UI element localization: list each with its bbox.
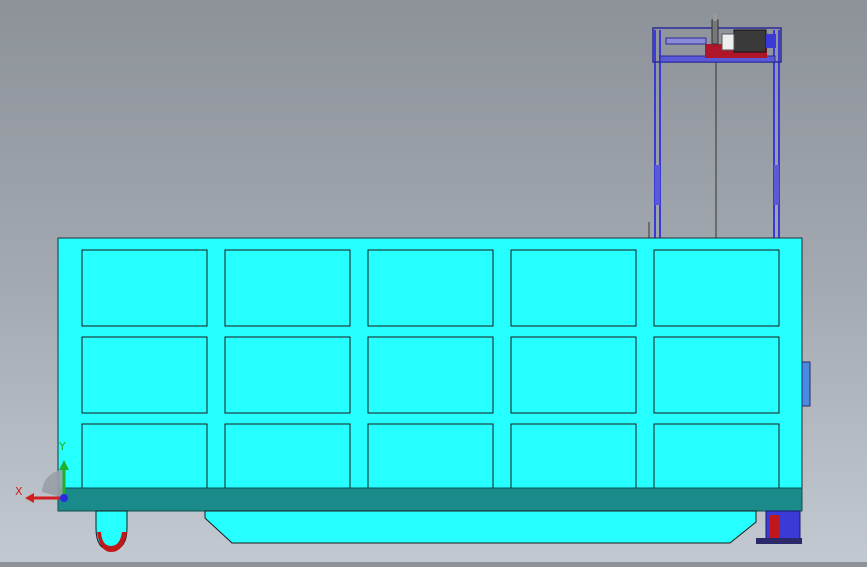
cad-model-view <box>25 13 811 552</box>
drive-motor-assembly <box>665 13 776 58</box>
triad-y-label: Y <box>59 440 66 453</box>
triad-x-label: X <box>15 485 23 498</box>
base-plate <box>57 487 803 512</box>
lifting-tower-frame <box>648 27 782 238</box>
caster-wheel-left <box>95 510 128 552</box>
bottom-skid <box>204 510 757 544</box>
coordinate-triad <box>25 460 69 503</box>
side-bracket <box>801 361 811 407</box>
container-body <box>57 237 803 491</box>
cad-viewport[interactable]: X Y <box>0 0 867 562</box>
leveling-foot-right <box>756 510 802 544</box>
